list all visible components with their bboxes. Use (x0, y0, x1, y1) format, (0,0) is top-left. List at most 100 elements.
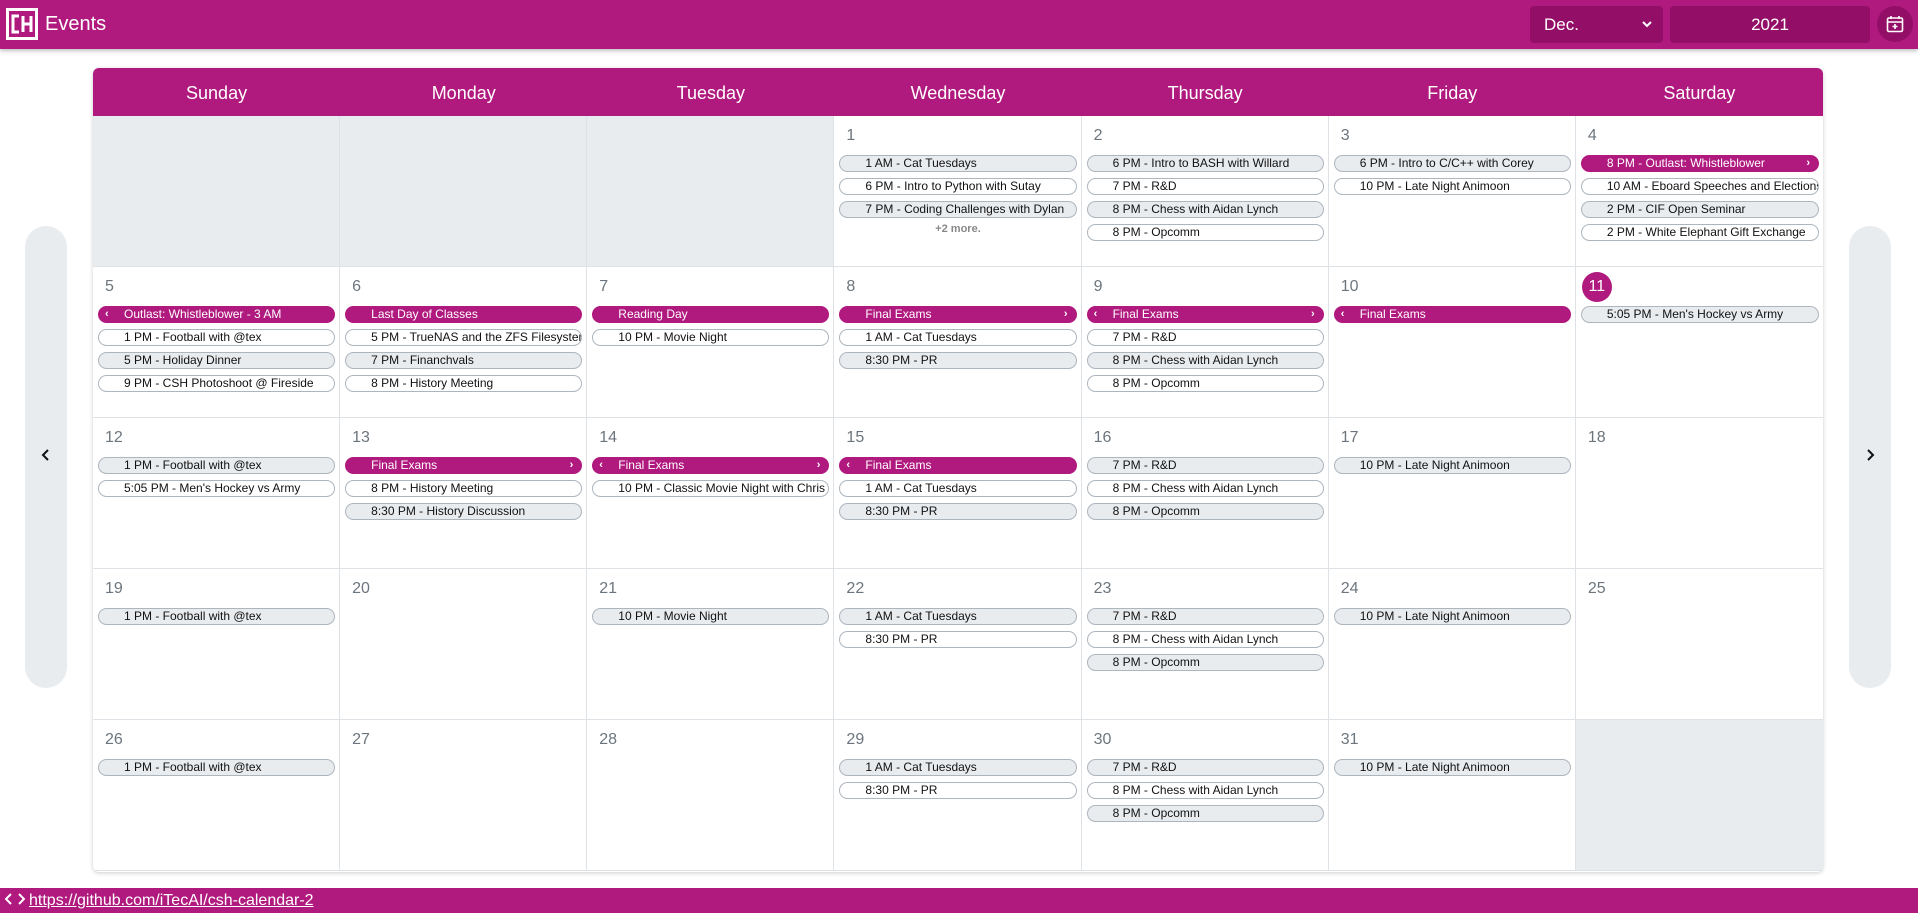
calendar-day-27[interactable]: 27 (340, 720, 588, 871)
event-chip[interactable]: 10 PM - Classic Movie Night with Chris (592, 480, 830, 497)
calendar-day-19[interactable]: 19 1 PM - Football with @tex (93, 569, 341, 720)
event-chip[interactable]: 8:30 PM - History Discussion (345, 503, 583, 520)
calendar-day-15[interactable]: 15 ‹ Final Exams 1 AM - Cat Tuesdays 8:30 PM… (834, 418, 1082, 569)
event-chip[interactable]: 5 PM - Holiday Dinner (98, 352, 336, 369)
event-chip[interactable]: 8 PM - Chess with Aidan Lynch (1086, 352, 1324, 369)
event-chip[interactable]: 2 PM - White Elephant Gift Exchange (1580, 224, 1819, 241)
multi-day-event[interactable]: ‹ Final Exams › (592, 457, 830, 474)
event-chip[interactable]: 7 PM - R&D (1086, 178, 1324, 195)
multi-day-event[interactable]: Final Exams › (839, 306, 1077, 323)
event-chip[interactable]: 1 PM - Football with @tex (98, 608, 336, 625)
calendar-day-25[interactable]: 25 (1575, 569, 1823, 720)
calendar-day-23[interactable]: 23 7 PM - R&D 8 PM - Chess with Aidan Lync… (1081, 569, 1329, 720)
month-select[interactable]: Dec. (1530, 6, 1663, 43)
event-chip[interactable]: 10 AM - Eboard Speeches and Elections (1580, 178, 1819, 195)
event-chip[interactable]: 8:30 PM - PR (839, 352, 1077, 369)
calendar-day-4[interactable]: 4 8 PM - Outlast: Whistleblower › 10 AM - E… (1575, 116, 1823, 267)
calendar-day-26[interactable]: 26 1 PM - Football with @tex (93, 720, 341, 871)
event-chip[interactable]: 8 PM - Chess with Aidan Lynch (1086, 201, 1324, 218)
prev-month-button[interactable] (25, 226, 67, 688)
event-chip[interactable]: 8 PM - Opcomm (1086, 375, 1324, 392)
event-chip[interactable]: 7 PM - R&D (1086, 759, 1324, 776)
event-chip[interactable]: 10 PM - Late Night Animoon (1333, 457, 1571, 474)
event-chip[interactable]: 5:05 PM - Men's Hockey vs Army (98, 480, 336, 497)
event-chip[interactable]: 6 PM - Intro to Python with Sutay (839, 178, 1077, 195)
calendar-day-30[interactable]: 30 7 PM - R&D 8 PM - Chess with Aidan Lync… (1081, 720, 1329, 871)
repo-link[interactable]: https://github.com/iTecAI/csh-calendar-2 (29, 892, 314, 910)
event-chip[interactable]: 1 PM - Football with @tex (98, 457, 336, 474)
event-chip[interactable]: 10 PM - Movie Night (592, 608, 830, 625)
calendar-day-21[interactable]: 21 10 PM - Movie Night (587, 569, 835, 720)
event-chip[interactable]: 9 PM - CSH Photoshoot @ Fireside (98, 375, 336, 392)
calendar-day-28[interactable]: 28 (587, 720, 835, 871)
event-chip[interactable]: 8 PM - Opcomm (1086, 503, 1324, 520)
event-chip[interactable]: 1 PM - Football with @tex (98, 329, 336, 346)
calendar-day-16[interactable]: 16 7 PM - R&D 8 PM - Chess with Aidan Lync… (1081, 418, 1329, 569)
calendar-day-12[interactable]: 12 1 PM - Football with @tex 5:05 PM - Men… (93, 418, 341, 569)
calendar-day-8[interactable]: 8 Final Exams › 1 AM - Cat Tuesdays 8:30 PM … (834, 267, 1082, 418)
calendar-day-13[interactable]: 13 Final Exams › 8 PM - History Meeting 8:30… (340, 418, 588, 569)
calendar-day-1[interactable]: 1 1 AM - Cat Tuesdays 6 PM - Intro to Pyth… (834, 116, 1082, 267)
calendar-day-10[interactable]: 10 ‹ Final Exams (1328, 267, 1576, 418)
calendar-day-18[interactable]: 18 (1575, 418, 1823, 569)
multi-day-event[interactable]: ‹ Final Exams › (1086, 306, 1324, 323)
event-chip[interactable]: 10 PM - Late Night Animoon (1333, 608, 1571, 625)
event-chip[interactable]: 8:30 PM - PR (839, 503, 1077, 520)
event-chip[interactable]: 6 PM - Intro to BASH with Willard (1086, 155, 1324, 172)
event-chip[interactable]: 6 PM - Intro to C/C++ with Corey (1333, 155, 1571, 172)
event-chip[interactable]: 8 PM - Opcomm (1086, 654, 1324, 671)
event-chip[interactable]: 7 PM - Financhvals (345, 352, 583, 369)
multi-day-event[interactable]: Final Exams › (345, 457, 583, 474)
calendar-day-24[interactable]: 24 10 PM - Late Night Animoon (1328, 569, 1576, 720)
event-chip[interactable]: 8 PM - History Meeting (345, 375, 583, 392)
event-chip[interactable]: 7 PM - Coding Challenges with Dylan (839, 201, 1077, 218)
multi-day-event[interactable]: ‹ Final Exams (1333, 306, 1571, 323)
event-chip[interactable]: 7 PM - R&D (1086, 457, 1324, 474)
calendar-day-11[interactable]: 11 5:05 PM - Men's Hockey vs Army (1575, 267, 1823, 418)
multi-day-event[interactable]: Last Day of Classes (345, 306, 583, 323)
event-chip[interactable]: 5:05 PM - Men's Hockey vs Army (1580, 306, 1819, 323)
event-chip[interactable]: 8 PM - Chess with Aidan Lynch (1086, 782, 1324, 799)
event-chip[interactable]: 1 PM - Football with @tex (98, 759, 336, 776)
calendar-day-7[interactable]: 7 Reading Day 10 PM - Movie Night (587, 267, 835, 418)
event-chip[interactable]: 8 PM - Opcomm (1086, 805, 1324, 822)
event-chip[interactable]: 2 PM - CIF Open Seminar (1580, 201, 1819, 218)
calendar-day-9[interactable]: 9 ‹ Final Exams › 7 PM - R&D 8 PM - Chess wit… (1081, 267, 1329, 418)
calendar-day-2[interactable]: 2 6 PM - Intro to BASH with Willard 7 PM -… (1081, 116, 1329, 267)
event-chip[interactable]: 8:30 PM - PR (839, 631, 1077, 648)
event-chip[interactable]: 7 PM - R&D (1086, 608, 1324, 625)
event-chip[interactable]: 10 PM - Late Night Animoon (1333, 759, 1571, 776)
multi-day-event[interactable]: ‹ Outlast: Whistleblower - 3 AM (98, 306, 336, 323)
csh-logo-icon[interactable] (6, 8, 38, 40)
calendar-day-17[interactable]: 17 10 PM - Late Night Animoon (1328, 418, 1576, 569)
calendar-day-31[interactable]: 31 10 PM - Late Night Animoon (1328, 720, 1576, 871)
event-chip[interactable]: 1 AM - Cat Tuesdays (839, 155, 1077, 172)
today-button[interactable] (1877, 6, 1913, 42)
event-chip[interactable]: 1 AM - Cat Tuesdays (839, 759, 1077, 776)
event-chip[interactable]: 1 AM - Cat Tuesdays (839, 480, 1077, 497)
event-chip[interactable]: 1 AM - Cat Tuesdays (839, 608, 1077, 625)
calendar-day-29[interactable]: 29 1 AM - Cat Tuesdays 8:30 PM - PR (834, 720, 1082, 871)
event-chip[interactable]: 8 PM - Chess with Aidan Lynch (1086, 631, 1324, 648)
calendar-day-5[interactable]: 5 ‹ Outlast: Whistleblower - 3 AM 1 PM - Fo… (93, 267, 341, 418)
event-chip[interactable]: 5 PM - TrueNAS and the ZFS Filesystem (345, 329, 583, 346)
event-chip[interactable]: 1 AM - Cat Tuesdays (839, 329, 1077, 346)
event-chip[interactable]: 10 PM - Late Night Animoon (1333, 178, 1571, 195)
next-month-button[interactable] (1849, 226, 1891, 688)
event-chip[interactable]: 8:30 PM - PR (839, 782, 1077, 799)
year-input[interactable]: 2021 (1670, 6, 1870, 43)
event-chip[interactable]: 7 PM - R&D (1086, 329, 1324, 346)
calendar-day-20[interactable]: 20 (340, 569, 588, 720)
event-chip[interactable]: 8 PM - Opcomm (1086, 224, 1324, 241)
multi-day-event[interactable]: ‹ Final Exams (839, 457, 1077, 474)
calendar-day-3[interactable]: 3 6 PM - Intro to C/C++ with Corey 10 PM -… (1328, 116, 1576, 267)
event-chip[interactable]: 8 PM - History Meeting (345, 480, 583, 497)
calendar-day-14[interactable]: 14 ‹ Final Exams › 10 PM - Classic Movie Nig… (587, 418, 835, 569)
multi-day-event[interactable]: 8 PM - Outlast: Whistleblower › (1580, 155, 1819, 172)
calendar-day-22[interactable]: 22 1 AM - Cat Tuesdays 8:30 PM - PR (834, 569, 1082, 720)
calendar-day-6[interactable]: 6 Last Day of Classes 5 PM - TrueNAS and t… (340, 267, 588, 418)
event-chip[interactable]: 10 PM - Movie Night (592, 329, 830, 346)
more-events-link[interactable]: +2 more. (839, 223, 1076, 235)
event-chip[interactable]: 8 PM - Chess with Aidan Lynch (1086, 480, 1324, 497)
multi-day-event[interactable]: Reading Day (592, 306, 830, 323)
